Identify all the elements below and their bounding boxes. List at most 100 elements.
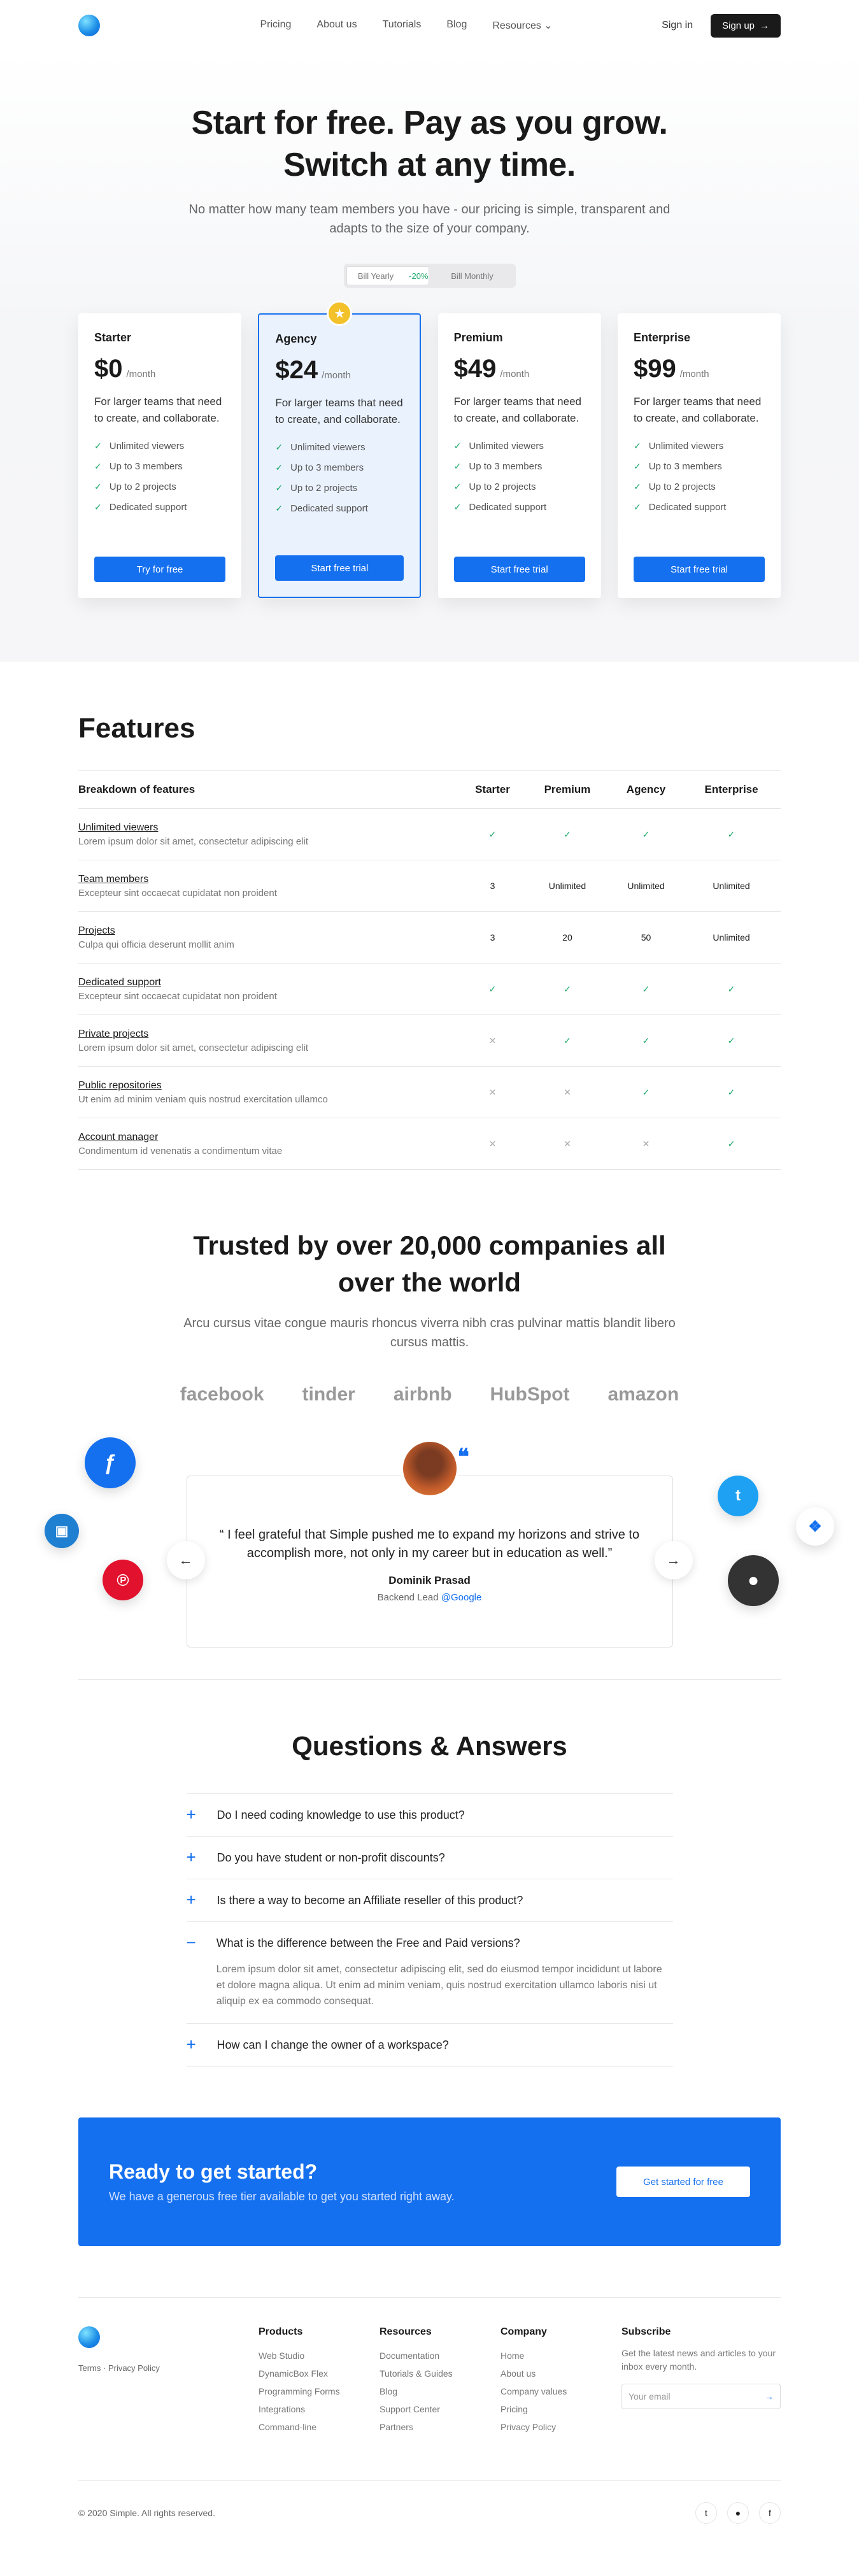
twitter-icon[interactable]: t	[695, 2501, 717, 2524]
plan-feature: ✓ Up to 2 projects	[94, 476, 225, 497]
faq-question[interactable]: What is the difference between the Free …	[217, 1936, 673, 1950]
faq-question[interactable]: Do you have student or non-profit discou…	[217, 1851, 445, 1865]
footer-link[interactable]: Tutorials & Guides	[380, 2365, 500, 2382]
social-bubble-icon: ƒ	[85, 1437, 136, 1488]
faq-item[interactable]: − What is the difference between the Free…	[186, 1921, 673, 2023]
check-icon: ✓	[453, 481, 462, 492]
plan-feature: ✓ Up to 3 members	[454, 456, 585, 476]
footer-link[interactable]: Company values	[500, 2382, 621, 2400]
plan-feature: ✓ Up to 3 members	[275, 457, 404, 478]
feature-name[interactable]: Unlimited viewers	[78, 822, 460, 834]
toggle-monthly[interactable]: Bill Monthly	[432, 266, 513, 285]
check-icon: ✓	[633, 481, 641, 492]
faq-item[interactable]: + Do you have student or non-profit disco…	[186, 1836, 673, 1879]
faq-item[interactable]: + How can I change the owner of a workspa…	[186, 2023, 673, 2067]
signup-button[interactable]: Sign up →	[711, 13, 781, 38]
nav-link-tutorials[interactable]: Tutorials	[383, 19, 422, 32]
pricing-hero: Start for free. Pay as you grow. Switch a…	[0, 51, 859, 662]
nav-link-pricing[interactable]: Pricing	[260, 19, 292, 32]
legal-links[interactable]: Terms · Privacy Policy	[78, 2363, 259, 2373]
check-icon: ✓	[609, 1014, 683, 1067]
plus-icon[interactable]: +	[187, 2036, 197, 2053]
start-trial-button[interactable]: Start free trial	[275, 555, 404, 581]
hero-title-line2: Switch at any time.	[283, 146, 576, 183]
faq-question[interactable]: Is there a way to become an Affiliate re…	[217, 1893, 523, 1907]
get-started-button[interactable]: Get started for free	[616, 2167, 750, 2197]
footer-link[interactable]: Command-line	[259, 2418, 380, 2436]
facebook-icon[interactable]: f	[759, 2501, 781, 2524]
plan-features: ✓ Unlimited viewers ✓ Up to 3 members ✓ Up …	[454, 436, 585, 517]
toggle-yearly[interactable]: Bill Yearly -20%	[346, 266, 429, 285]
footer-link[interactable]: About us	[500, 2365, 621, 2382]
check-icon: ✓	[275, 502, 283, 513]
feature-name[interactable]: Projects	[78, 925, 460, 937]
plus-icon[interactable]: +	[187, 1849, 197, 1865]
plus-icon[interactable]: +	[187, 1891, 197, 1908]
arrow-right-icon: →	[760, 20, 769, 31]
star-icon: ★	[327, 301, 353, 326]
feature-name[interactable]: Account manager	[78, 1132, 460, 1143]
footer-link[interactable]: Documentation	[380, 2347, 500, 2365]
faq-question[interactable]: Do I need coding knowledge to use this p…	[217, 1808, 465, 1822]
faq-question[interactable]: How can I change the owner of a workspac…	[217, 2038, 449, 2052]
footer-link[interactable]: Programming Forms	[259, 2382, 380, 2400]
footer-link[interactable]: Blog	[380, 2382, 500, 2400]
nav-link-about[interactable]: About us	[316, 19, 357, 32]
plan-name: Agency	[275, 332, 317, 345]
faq-title: Questions & Answers	[292, 1731, 567, 1761]
footer-link[interactable]: Pricing	[500, 2400, 621, 2418]
plan-name: Starter	[94, 331, 132, 344]
signin-link[interactable]: Sign in	[662, 20, 693, 31]
nav-link-resources[interactable]: Resources ⌄	[492, 19, 552, 32]
feature-name[interactable]: Team members	[78, 874, 460, 885]
feature-value: Unlimited	[609, 860, 683, 912]
footer-link[interactable]: Support Center	[380, 2400, 500, 2418]
feature-name[interactable]: Public repositories	[78, 1080, 460, 1092]
pinterest-icon: ℗	[103, 1560, 143, 1600]
faq-item[interactable]: + Do I need coding knowledge to use this …	[186, 1793, 673, 1836]
nav-link-blog[interactable]: Blog	[446, 19, 467, 32]
company-logos: facebook tinder airbnb HubSpot amazon	[78, 1384, 781, 1405]
plan-feature-label: Up to 2 projects	[648, 481, 716, 492]
arrow-right-icon[interactable]: →	[765, 2391, 774, 2402]
footer-link[interactable]: Privacy Policy	[500, 2418, 621, 2436]
faq-answer: Lorem ipsum dolor sit amet, consectetur …	[216, 1964, 662, 2007]
plus-icon[interactable]: +	[187, 1806, 197, 1823]
start-trial-button[interactable]: Start free trial	[633, 557, 765, 582]
try-free-button[interactable]: Try for free	[94, 557, 225, 582]
plan-feature-label: Up to 3 members	[469, 460, 543, 472]
footer-link[interactable]: Integrations	[259, 2400, 380, 2418]
minus-icon[interactable]: −	[187, 1934, 196, 2009]
table-header-row: Breakdown of features Starter Premium Ag…	[78, 770, 781, 809]
trusted-subtitle: Arcu cursus vitae congue mauris rhoncus …	[183, 1316, 676, 1349]
plan-feature-label: Up to 3 members	[648, 460, 722, 472]
plan-desc: For larger teams that need to create, an…	[453, 395, 581, 424]
check-icon: ✓	[682, 808, 781, 860]
email-field[interactable]: Your email →	[621, 2384, 781, 2409]
feature-name[interactable]: Private projects	[78, 1028, 460, 1040]
check-icon: ✓	[94, 440, 102, 451]
footer-link[interactable]: Home	[500, 2347, 621, 2365]
start-trial-button[interactable]: Start free trial	[453, 557, 585, 582]
twitter-icon: t	[718, 1476, 758, 1516]
facebook-logo: facebook	[180, 1384, 264, 1405]
feature-name[interactable]: Dedicated support	[78, 977, 460, 988]
plan-feature-label: Up to 3 members	[109, 460, 183, 472]
feature-desc: Lorem ipsum dolor sit amet, consectetur …	[78, 836, 308, 847]
plan-price: $24/month	[275, 356, 404, 385]
plan-feature: ✓ Unlimited viewers	[634, 436, 765, 456]
logo[interactable]	[78, 2326, 100, 2348]
subscribe-title: Subscribe	[621, 2326, 671, 2337]
footer-link[interactable]: DynamicBox Flex	[259, 2365, 380, 2382]
faq-item[interactable]: + Is there a way to become an Affiliate r…	[186, 1879, 673, 1921]
cross-icon: ✕	[524, 1118, 610, 1170]
check-icon: ✓	[682, 963, 781, 1015]
prev-arrow-button[interactable]: ←	[166, 1541, 205, 1579]
footer-link[interactable]: Partners	[380, 2418, 500, 2436]
footer-link[interactable]: Web Studio	[259, 2347, 380, 2365]
company-link[interactable]: @Google	[441, 1592, 482, 1603]
next-arrow-button[interactable]: →	[654, 1541, 693, 1579]
github-icon[interactable]: ●	[727, 2501, 749, 2524]
logo[interactable]	[78, 15, 100, 36]
faq-section: Questions & Answers + Do I need coding kn…	[78, 1679, 781, 2117]
